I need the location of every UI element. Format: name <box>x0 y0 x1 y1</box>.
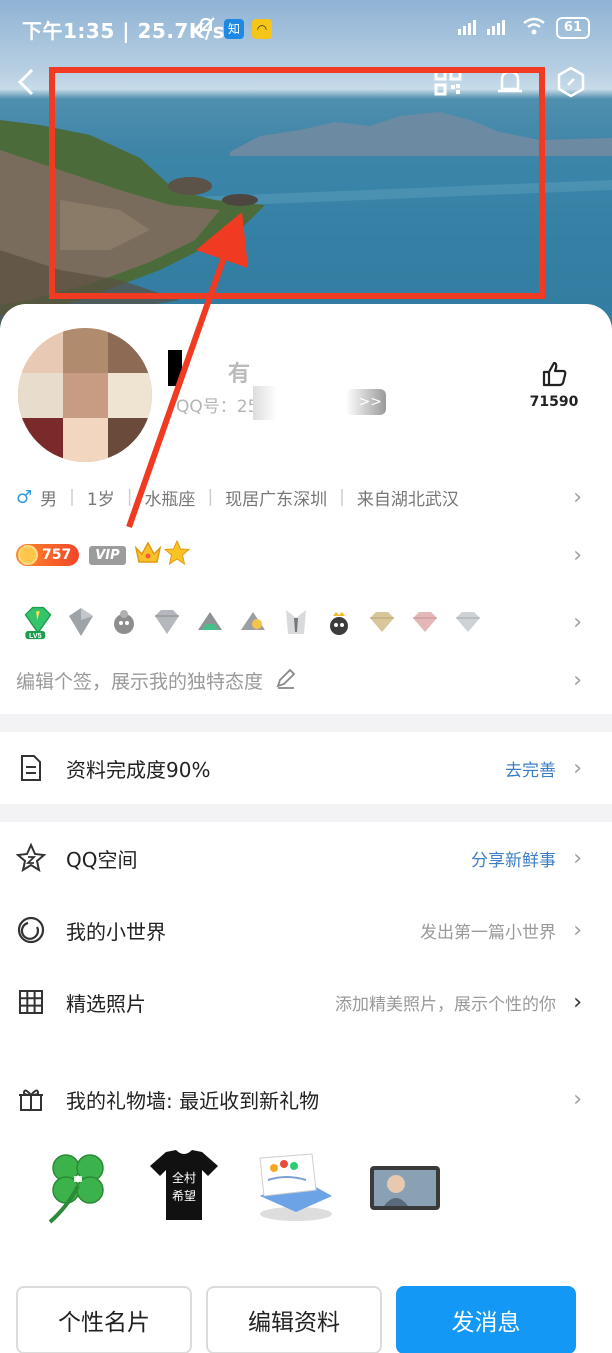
birthday-card-gift[interactable] <box>256 1146 336 1226</box>
star-icon <box>163 539 190 570</box>
qzone-hint: 分享新鲜事 <box>471 850 556 871</box>
silver-diamond-badge-icon <box>450 604 486 640</box>
chevron-right-icon: › <box>573 989 582 1015</box>
document-icon <box>16 753 46 783</box>
chevron-right-icon: › <box>573 484 582 510</box>
section-divider <box>0 714 612 732</box>
chevron-right-icon: › <box>573 755 582 781</box>
like-button[interactable]: 71590 <box>526 360 582 410</box>
nickname: 有 <box>228 362 251 387</box>
settings-button[interactable] <box>551 62 591 102</box>
action-bar: 个性名片 编辑资料 发消息 <box>16 1286 576 1353</box>
coin-badge: 757 <box>16 544 80 566</box>
gold-diamond-badge-icon <box>364 604 400 640</box>
qq-number-redacted <box>253 386 277 420</box>
male-icon: ♂ <box>16 486 33 508</box>
badges-row[interactable]: LV5 › <box>0 600 612 644</box>
grid-icon <box>16 987 46 1017</box>
nickname-redacted <box>168 350 182 386</box>
pencil-icon <box>275 667 297 694</box>
gift-wall-row[interactable]: 我的礼物墙: 最近收到新礼物 › <box>0 1074 612 1124</box>
signal-icon <box>457 16 512 40</box>
status-time: 下午1:35 | 25.7K/s <box>22 19 226 43</box>
chevron-right-icon: › <box>573 667 582 693</box>
penguin-shell-badge-icon <box>235 604 271 640</box>
zhihu-app-icon: 知 <box>224 18 244 39</box>
crown-icon <box>134 540 162 570</box>
green-hat-badge-icon <box>192 604 228 640</box>
qq-level-badge[interactable]: >> <box>346 389 386 415</box>
gray-diamond-badge-icon <box>149 604 185 640</box>
tshirt-gift[interactable]: 全村 希望 <box>144 1146 224 1226</box>
status-bar: 下午1:35 | 25.7K/s 知 ◠ 61 <box>0 0 612 56</box>
vip-row[interactable]: 757 VIP › <box>0 538 612 572</box>
tuxedo-badge-icon <box>278 604 314 640</box>
qzone-row[interactable]: QQ空间 分享新鲜事 › <box>0 833 612 883</box>
basic-info-row[interactable]: ♂ 男 | 1岁 | 水瓶座 | 现居广东深圳 | 来自湖北武汉 › <box>0 482 612 512</box>
qzone-label: QQ空间 <box>66 847 138 872</box>
penguin-hat-badge-icon <box>106 604 142 640</box>
pink-diamond-badge-icon <box>407 604 443 640</box>
like-count: 71590 <box>529 394 579 410</box>
chevron-right-icon: › <box>573 609 582 635</box>
svg-text:希望: 希望 <box>172 1188 196 1203</box>
king-penguin-badge-icon <box>321 604 357 640</box>
send-message-button[interactable]: 发消息 <box>396 1286 576 1353</box>
featured-photos-hint: 添加精美照片，展示个性的你 <box>335 994 556 1015</box>
wifi-icon <box>522 16 546 40</box>
qr-code-button[interactable] <box>428 62 468 102</box>
section-divider <box>0 804 612 822</box>
profile-completion-label: 资料完成度90% <box>66 757 211 782</box>
mute-icon <box>196 16 216 41</box>
star-outline-icon <box>16 843 46 873</box>
chevron-right-icon: › <box>573 1086 582 1112</box>
small-world-hint: 发出第一篇小世界 <box>420 922 556 943</box>
gift-wall-label: 我的礼物墙: 最近收到新礼物 <box>66 1088 320 1113</box>
bell-icon <box>498 70 522 93</box>
battery-indicator: 61 <box>555 17 590 39</box>
gift-list[interactable]: 全村 希望 <box>0 1146 612 1236</box>
hexagon-settings-icon <box>557 66 585 98</box>
four-leaf-clover-gift[interactable] <box>38 1146 118 1226</box>
complete-profile-link[interactable]: 去完善 <box>505 756 556 781</box>
notification-button[interactable] <box>490 62 530 102</box>
app-notification-icon: ◠ <box>252 18 272 39</box>
signature-placeholder: 编辑个签，展示我的独特态度 <box>16 670 264 693</box>
back-arrow-icon <box>17 68 34 96</box>
gift-icon <box>16 1084 46 1114</box>
small-world-row[interactable]: 我的小世界 发出第一篇小世界 › <box>0 905 612 955</box>
vip-badge: VIP <box>89 545 126 565</box>
chevron-right-icon: › <box>573 845 582 871</box>
small-world-label: 我的小世界 <box>66 919 166 944</box>
avatar[interactable] <box>18 328 152 462</box>
featured-photos-row[interactable]: 精选照片 添加精美照片，展示个性的你 › <box>0 977 612 1027</box>
profile-card-button[interactable]: 个性名片 <box>16 1286 192 1353</box>
thumbs-up-icon <box>542 361 567 387</box>
profile-completion-row[interactable]: 资料完成度90% 去完善 › <box>0 743 612 793</box>
chevron-right-icon: › <box>573 917 582 943</box>
crescent-icon <box>16 915 46 945</box>
back-button[interactable] <box>6 62 46 102</box>
svg-text:全村: 全村 <box>172 1170 196 1185</box>
svg-text:LV5: LV5 <box>29 631 42 640</box>
lv5-diamond-icon: LV5 <box>20 604 56 640</box>
signature-row[interactable]: 编辑个签，展示我的独特态度 › <box>0 664 612 696</box>
qr-code-icon <box>434 68 462 96</box>
edit-profile-button[interactable]: 编辑资料 <box>206 1286 382 1353</box>
featured-photos-label: 精选照片 <box>66 991 146 1016</box>
gray-penguin-badge-icon <box>63 604 99 640</box>
chevron-right-icon: › <box>573 542 582 568</box>
photo-card-gift[interactable] <box>366 1146 446 1226</box>
